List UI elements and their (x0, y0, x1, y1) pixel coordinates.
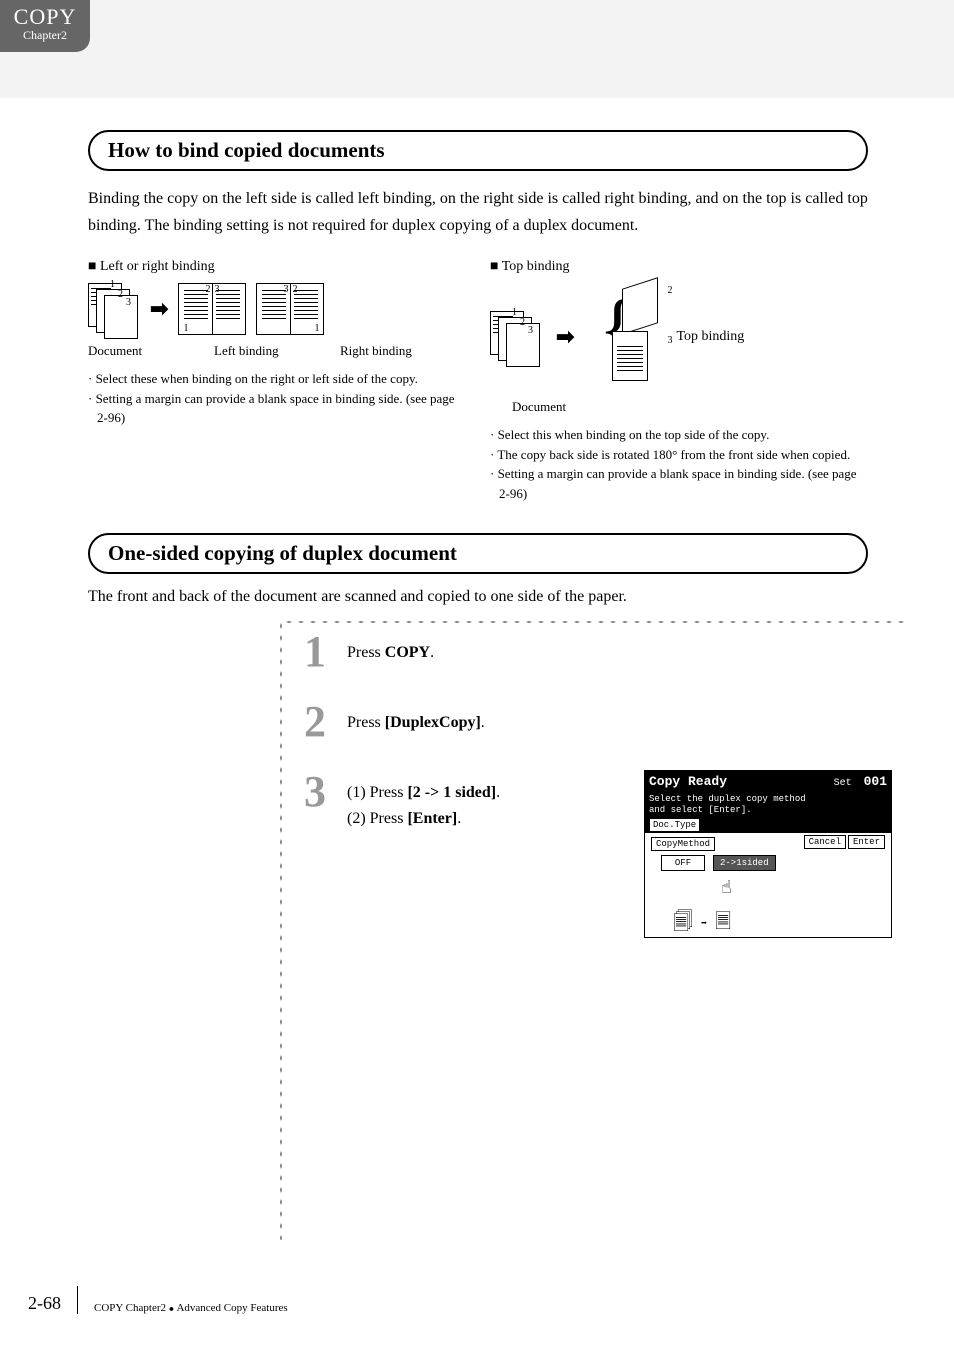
lcd-screen: Copy Ready Set 001 Select the duplex cop… (644, 770, 892, 938)
section-heading-onesided: One-sided copying of duplex document (88, 533, 868, 574)
dotted-border-left (279, 620, 283, 1240)
pages-icon: 🗐 (673, 907, 693, 941)
step-text: Press COPY. (347, 630, 434, 666)
section1-intro: Binding the copy on the left side is cal… (88, 185, 868, 239)
page-icon: 🗏 (715, 907, 731, 941)
footer-section: Advanced Copy Features (176, 1302, 287, 1314)
option-off-button[interactable]: OFF (661, 855, 705, 871)
lcd-panel-label: CopyMethod (651, 837, 715, 851)
section-heading-bind: How to bind copied documents (88, 130, 868, 171)
left-right-binding-heading: Left or right binding (88, 259, 466, 275)
step-number: 3 (297, 770, 333, 814)
left-binding-book-icon: 2 3 1 (178, 283, 246, 335)
step-number: 2 (297, 700, 333, 744)
pointing-hand-icon: ☝ (721, 877, 885, 899)
chapter-tab-subtitle: Chapter2 (0, 28, 90, 42)
footer-trail: COPY Chapter2 (94, 1302, 166, 1314)
dotted-border-top (283, 620, 908, 624)
chapter-tab-title: COPY (0, 6, 90, 28)
arrow-right-icon: ➡ (701, 918, 707, 930)
chapter-corner-tab: COPY Chapter2 (0, 0, 90, 52)
document-stack-icon: 1 2 3 (490, 311, 542, 363)
top-diagram-caption: Document (490, 399, 868, 415)
steps-zone: 1 Press COPY. 2 Press [DuplexCopy]. 3 (1… (273, 620, 868, 831)
page-footer: 2-68 COPY Chapter2 ● Advanced Copy Featu… (28, 1286, 288, 1314)
header-band (0, 0, 954, 98)
top-binding-diagram: 1 2 3 ➡ { 2 3 Top binding (490, 283, 868, 391)
left-binding-notes: · Select these when binding on the right… (88, 369, 466, 428)
step-number: 1 (297, 630, 333, 674)
lcd-subtitle: Select the duplex copy method and select… (645, 792, 891, 818)
step-1: 1 Press COPY. (297, 630, 868, 674)
lcd-flow-illustration: 🗐 ➡ 🗏 (673, 907, 885, 941)
cancel-button[interactable]: Cancel (804, 835, 846, 849)
arrow-right-icon: ➡ (150, 296, 168, 322)
top-binding-heading: Top binding (490, 259, 868, 275)
top-binding-column: Top binding 1 2 3 ➡ { 2 3 (490, 259, 868, 503)
lcd-body: CopyMethod CancelEnter OFF 2->1sided ☝ 🗐… (645, 833, 891, 945)
section2-intro: The front and back of the document are s… (88, 588, 868, 606)
lcd-header: Copy Ready Set 001 (645, 771, 891, 792)
lcd-set-label: Set (834, 778, 852, 789)
left-diagram-captions: Document Left binding Right binding (88, 343, 466, 359)
top-binding-result-icon: { 2 3 (598, 283, 662, 391)
left-right-binding-column: Left or right binding 1 2 3 ➡ 2 3 1 (88, 259, 466, 503)
step-text: Press [DuplexCopy]. (347, 700, 485, 736)
lcd-title: Copy Ready (649, 774, 727, 789)
arrow-right-icon: ➡ (556, 324, 574, 350)
step-2: 2 Press [DuplexCopy]. (297, 700, 868, 744)
top-binding-notes: · Select this when binding on the top si… (490, 425, 868, 503)
page-number: 2-68 (28, 1293, 61, 1314)
document-stack-icon: 1 2 3 (88, 283, 140, 335)
left-right-binding-diagram: 1 2 3 ➡ 2 3 1 3 2 1 (88, 283, 466, 335)
step-text: (1) Press [2 -> 1 sided]. (2) Press [Ent… (347, 770, 500, 831)
top-binding-label: Top binding (676, 329, 744, 345)
enter-button[interactable]: Enter (848, 835, 885, 849)
right-binding-book-icon: 3 2 1 (256, 283, 324, 335)
lcd-doctype-tab[interactable]: Doc.Type (649, 818, 700, 832)
lcd-tab-row: Doc.Type (645, 818, 891, 833)
option-2to1-button[interactable]: 2->1sided (713, 855, 776, 871)
lcd-set-value: 001 (864, 774, 887, 789)
